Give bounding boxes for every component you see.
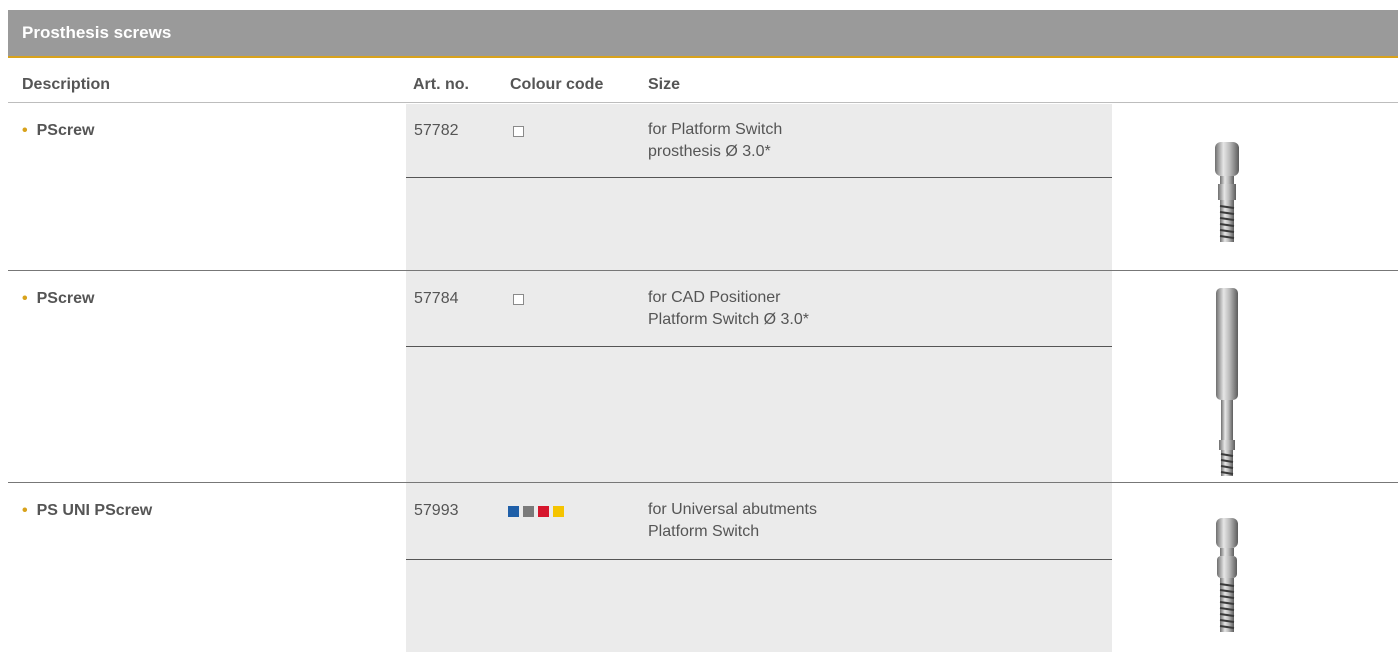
colour-code-swatch-grey [523, 506, 534, 517]
row-description: • PS UNI PScrew [22, 502, 153, 519]
colour-code-swatch-blue [508, 506, 519, 517]
table-title: Prosthesis screws [22, 23, 172, 42]
bullet-icon: • [22, 290, 28, 307]
uni-screw-icon [1216, 518, 1238, 632]
colour-code-swatch-empty [513, 294, 524, 305]
row-size: for CAD Positioner Platform Switch Ø 3.0… [648, 289, 809, 328]
row-size: for Universal abutments Platform Switch [648, 501, 817, 540]
colour-code-swatch-red [538, 506, 549, 517]
short-screw-icon [1215, 142, 1239, 242]
colour-code-swatch-empty [513, 126, 524, 137]
long-screw-icon [1216, 288, 1238, 476]
header-size: Size [648, 76, 681, 93]
row-description: • PScrew [22, 122, 95, 139]
row-art-no: 57782 [414, 122, 459, 139]
row-art-no: 57784 [414, 290, 459, 307]
bullet-icon: • [22, 122, 28, 139]
row-1-inner-separator [406, 177, 1112, 178]
colour-code-swatch-yellow [553, 506, 564, 517]
row-art-no: 57993 [414, 502, 459, 519]
bullet-icon: • [22, 502, 28, 519]
header-description: Description [22, 76, 111, 93]
row-3-inner-separator [406, 559, 1112, 560]
table-header-row: Description Art. no. Colour code Size [8, 58, 1398, 103]
header-art-no: Art. no. [413, 76, 469, 93]
row-separator [8, 270, 1398, 271]
table-title-bar: Prosthesis screws [8, 10, 1398, 58]
row-size: for Platform Switch prosthesis Ø 3.0* [648, 121, 783, 160]
row-2-inner-separator [406, 346, 1112, 347]
row-description: • PScrew [22, 290, 95, 307]
header-colour-code: Colour code [510, 76, 604, 93]
row-separator [8, 482, 1398, 483]
